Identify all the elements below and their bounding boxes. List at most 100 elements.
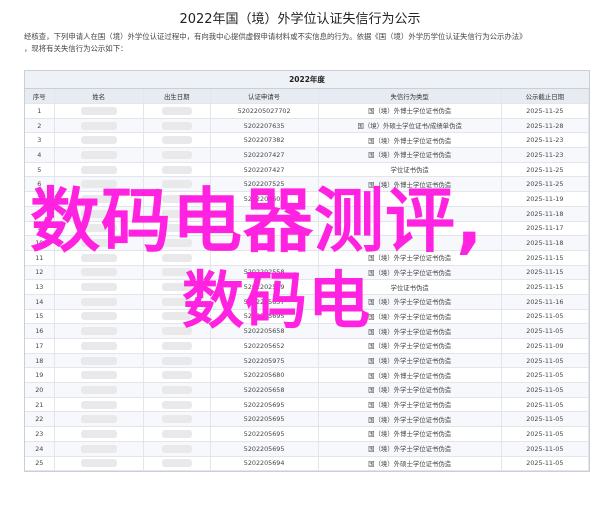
cell-name-redacted [54,353,145,369]
redaction-mark [80,136,117,145]
redaction-mark [80,371,117,380]
cell-seq: 17 [25,338,55,354]
cell-name-redacted [54,118,145,134]
table-row: 1 5202205027702 国（境）外博士学位证书伪造 2025-11-25 [25,103,590,119]
cell-type: 国（境）外学士学位证书伪造 [318,353,502,369]
cell-type: 国（境）外学士学位证书伪造 [318,441,502,457]
table-row: 4 5202207427 国（境）外博士学位证书伪造 2025-11-23 [25,147,590,163]
cell-seq: 4 [25,147,55,163]
cell-name-redacted [54,132,145,149]
cell-deadline: 2025-11-15 [501,250,590,266]
cell-seq: 23 [25,426,55,442]
watermark-line-2: 数码电 [182,264,372,337]
table-row: 3 5202207382 国（境）外博士学位证书伪造 2025-11-23 [25,132,590,149]
cell-dob-redacted [143,441,211,457]
cell-seq: 25 [25,456,55,472]
cell-app-no: 5202207427 [210,147,319,163]
cell-type: 国（境）外硕士学位证书伪造 [318,456,502,472]
cell-seq: 24 [25,441,55,457]
cell-type: 国（境）外博士学位证书伪造 [318,103,502,119]
cell-name-redacted [54,397,145,413]
redaction-mark [80,356,117,365]
cell-deadline: 2025-11-19 [501,191,590,207]
cell-deadline: 2025-11-05 [501,426,590,442]
redaction-mark [161,385,192,394]
redaction-mark [80,165,117,174]
redaction-mark [80,444,117,453]
redaction-mark [161,371,192,380]
redaction-mark [80,400,117,409]
table-row: 20 5202205658 国（境）外学士学位证书伪造 2025-11-05 [25,382,590,398]
cell-type: 国（境）外学士学位证书伪造 [318,338,502,354]
cell-seq: 16 [25,323,55,339]
cell-name-redacted [54,103,145,119]
cell-deadline: 2025-11-05 [501,397,590,413]
cell-name-redacted [54,265,145,281]
cell-dob-redacted [143,353,211,369]
cell-deadline: 2025-11-05 [501,309,590,325]
cell-seq: 12 [25,265,55,281]
cell-dob-redacted [143,382,211,398]
redaction-mark [161,429,192,438]
cell-seq: 1 [25,103,55,119]
redaction-mark [80,459,117,468]
table-row: 21 5202205695 国（境）外学士学位证书伪造 2025-11-05 [25,397,590,413]
cell-app-no: 5202205652 [210,338,319,354]
redaction-mark [80,283,117,292]
cell-deadline: 2025-11-25 [501,103,590,119]
redaction-mark [161,165,192,174]
cell-seq: 19 [25,367,55,384]
redaction-mark [161,136,192,145]
cell-dob-redacted [143,456,211,472]
cell-dob-redacted [143,426,211,442]
redaction-mark [80,150,117,159]
redaction-mark [80,415,117,424]
cell-app-no: 5202205695 [210,441,319,457]
header-deadline: 公示截止日期 [501,89,590,104]
cell-name-redacted [54,411,145,428]
redaction-mark [161,341,192,350]
cell-seq: 22 [25,411,55,428]
cell-deadline: 2025-11-28 [501,118,590,134]
cell-seq: 14 [25,294,55,310]
table-row: 24 5202205695 国（境）外学士学位证书伪造 2025-11-05 [25,441,590,457]
cell-dob-redacted [143,411,211,428]
cell-name-redacted [54,441,145,457]
cell-name-redacted [54,367,145,384]
cell-seq: 2 [25,118,55,134]
cell-deadline: 2025-11-05 [501,441,590,457]
redaction-mark [80,268,117,277]
cell-deadline: 2025-11-05 [501,411,590,428]
cell-app-no: 5202205695 [210,426,319,442]
table-row: 2 5202207635 国（境）外硕士学位证书/成绩单伪造 2025-11-28 [25,118,590,134]
cell-type: 国（境）外博士学位证书伪造 [318,367,502,384]
cell-app-no: 5202207382 [210,132,319,149]
cell-name-redacted [54,147,145,163]
header-seq: 序号 [25,89,55,104]
table-row: 22 5202205695 国（境）外学士学位证书伪造 2025-11-05 [25,411,590,428]
cell-name-redacted [54,162,145,178]
cell-deadline: 2025-11-23 [501,147,590,163]
cell-seq: 13 [25,279,55,295]
cell-name-redacted [54,382,145,398]
table-row: 18 5202205975 国（境）外学士学位证书伪造 2025-11-05 [25,353,590,369]
cell-dob-redacted [143,103,211,119]
redaction-mark [80,385,117,394]
cell-app-no: 5202205658 [210,382,319,398]
redaction-mark [161,106,192,115]
header-dob: 出生日期 [143,89,211,104]
intro-line-1: 经核查，下列申请人在国（境）外学位认证过程中，有向我中心提供虚假申请材料或不实信… [24,32,527,41]
cell-dob-redacted [143,147,211,163]
cell-type: 学位证书伪造 [318,162,502,178]
table-row: 25 5202205694 国（境）外硕士学位证书伪造 2025-11-05 [25,456,590,472]
cell-seq: 3 [25,132,55,149]
cell-deadline: 2025-11-23 [501,132,590,149]
cell-type: 国（境）外学士学位证书伪造 [318,397,502,413]
cell-dob-redacted [143,132,211,149]
redaction-mark [80,341,117,350]
cell-app-no: 5202207427 [210,162,319,178]
cell-seq: 15 [25,309,55,325]
redaction-mark [80,429,117,438]
cell-deadline: 2025-11-25 [501,176,590,193]
cell-app-no: 5202205694 [210,456,319,472]
